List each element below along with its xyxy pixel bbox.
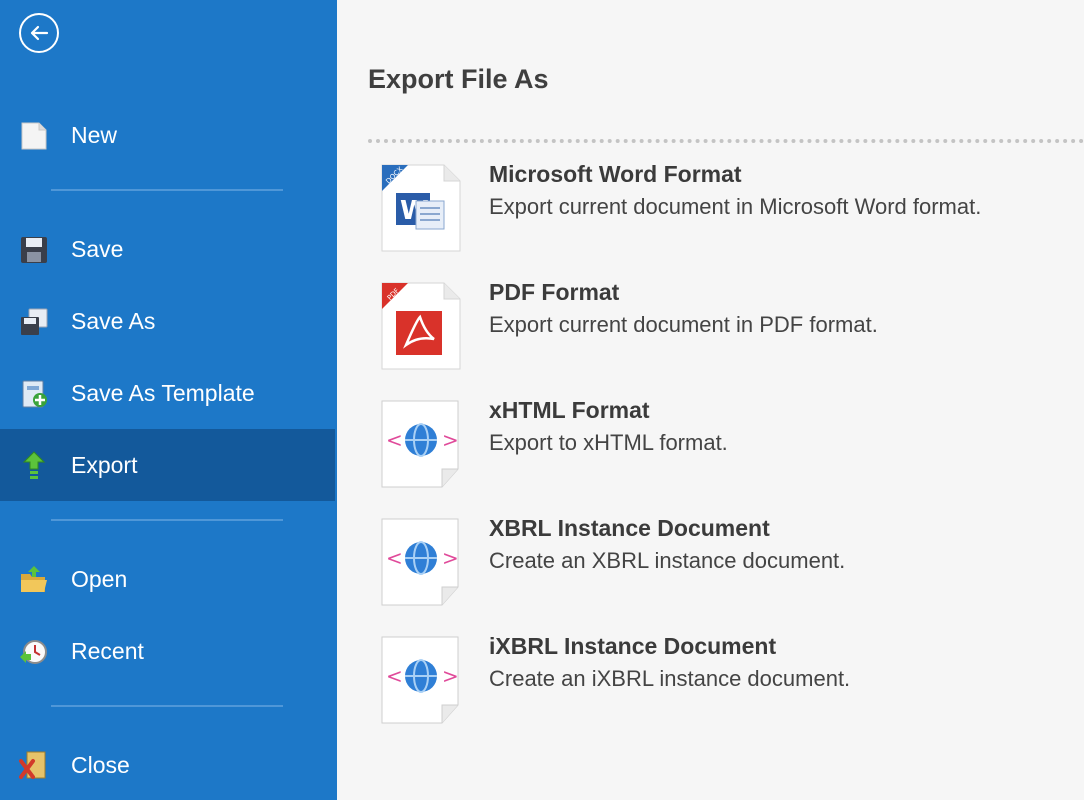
new-document-icon [21,122,47,150]
nav-item-save-as[interactable]: Save As [0,285,335,357]
backstage-sidebar: New Save Save As Save As Template Export… [0,0,337,800]
nav-item-label: Save As Template [71,380,255,406]
option-description: Create an XBRL instance document. [489,548,846,573]
recent-clock-icon [20,640,47,664]
export-option-xbrl[interactable]: < > XBRL Instance Document Create an XBR… [368,515,1084,627]
back-button[interactable] [19,13,59,53]
svg-text:>: > [442,546,459,570]
nav-item-label: Recent [71,638,144,664]
xbrl-globe-icon: < > [381,518,459,606]
nav-item-label: Save [71,236,124,262]
option-title: PDF Format [489,279,620,305]
export-panel: Export File As DOCX W Microsoft Word For… [337,0,1084,800]
svg-text:<: < [386,546,403,570]
back-arrow-icon [30,25,49,41]
ixbrl-globe-icon: < > [381,636,459,724]
pdf-document-icon: PDF [381,282,461,370]
xhtml-globe-icon: < > [381,400,459,488]
option-description: Export current document in PDF format. [489,312,878,337]
save-template-icon [22,380,47,408]
export-option-xhtml[interactable]: < > xHTML Format Export to xHTML format. [368,397,1084,509]
save-as-icon [21,308,48,335]
option-description: Create an iXBRL instance document. [489,666,851,691]
option-title: Microsoft Word Format [489,161,742,187]
svg-text:<: < [386,664,403,688]
option-description: Export current document in Microsoft Wor… [489,194,982,219]
svg-text:>: > [442,664,459,688]
word-document-icon: DOCX W [381,164,461,252]
export-arrow-icon [22,451,46,479]
nav-item-close[interactable]: Close [0,729,335,800]
option-title: XBRL Instance Document [489,515,770,541]
nav-item-recent[interactable]: Recent [0,615,335,687]
nav-item-label: New [71,122,118,148]
nav-item-export[interactable]: Export [0,429,335,501]
option-title: iXBRL Instance Document [489,633,777,659]
svg-text:>: > [442,428,459,452]
nav-item-label: Export [71,452,138,478]
sidebar-divider [51,189,283,191]
page-title: Export File As [368,64,549,94]
nav-item-open[interactable]: Open [0,543,335,615]
sidebar-divider [51,705,283,707]
nav-item-save[interactable]: Save [0,213,335,285]
option-title: xHTML Format [489,397,650,423]
nav-item-label: Close [71,752,130,778]
open-folder-icon [21,566,47,592]
nav-item-new[interactable]: New [0,99,335,171]
floppy-disk-icon [21,237,47,263]
nav-item-label: Open [71,566,128,592]
sidebar-divider [51,519,283,521]
export-option-word[interactable]: DOCX W Microsoft Word Format Export curr… [368,161,1084,273]
svg-text:<: < [386,428,403,452]
nav-item-save-as-template[interactable]: Save As Template [0,357,335,429]
nav-item-label: Save As [71,308,156,334]
option-description: Export to xHTML format. [489,430,728,455]
export-option-pdf[interactable]: PDF PDF Format Export current document i… [368,279,1084,391]
close-document-icon [19,751,46,779]
export-option-ixbrl[interactable]: < > iXBRL Instance Document Create an iX… [368,633,1084,745]
dotted-separator [368,139,1084,143]
